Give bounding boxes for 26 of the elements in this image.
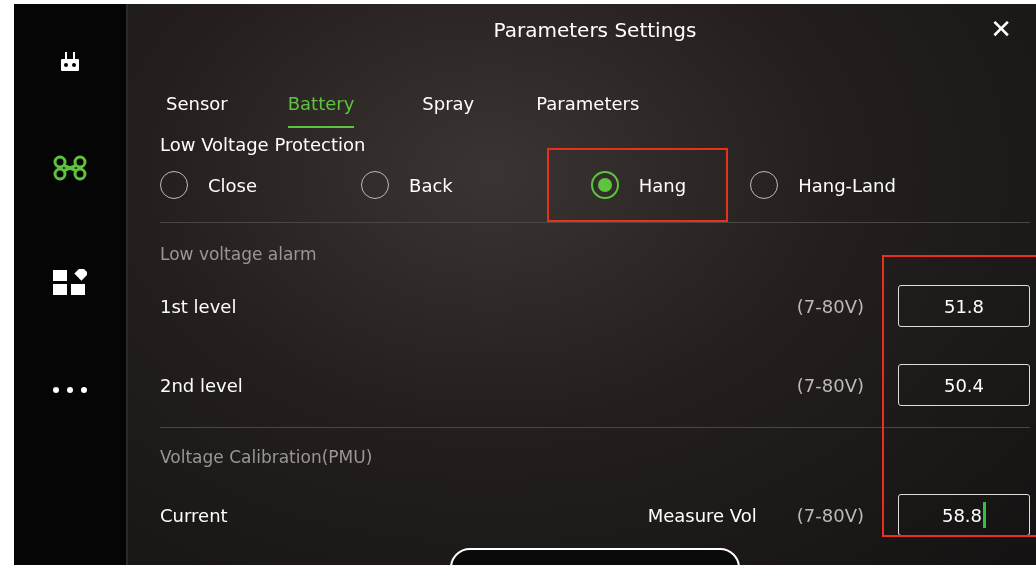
radio-option[interactable]: Close (152, 165, 266, 205)
tab[interactable]: Battery (287, 56, 355, 128)
section-heading: Low voltage alarm (160, 243, 318, 266)
tab[interactable]: Parameters (536, 56, 640, 128)
range-text: (7-80V) (796, 374, 864, 396)
apps-icon[interactable] (53, 269, 87, 295)
tab[interactable]: Spray (422, 56, 475, 128)
range-text: (7-80V) (796, 504, 864, 526)
range-text: (7-80V) (796, 295, 864, 317)
more-icon[interactable] (53, 387, 87, 393)
remote-controller-icon[interactable] (61, 52, 79, 72)
dialog-title: Parameters Settings (493, 18, 697, 42)
section-label: Low Voltage Protection (160, 132, 367, 157)
radio-option[interactable]: Back (353, 165, 461, 205)
row-label: Current (160, 504, 229, 526)
value-field[interactable]: 51.8 (898, 285, 1030, 327)
radio-option[interactable]: Hang-Land (742, 165, 904, 205)
close-button[interactable]: ✕ (990, 14, 1012, 44)
section-heading: Voltage Calibration(PMU) (160, 446, 374, 469)
value-field[interactable]: 50.4 (898, 364, 1030, 406)
field-label: Measure Vol (647, 504, 757, 526)
drone-icon[interactable] (52, 155, 88, 181)
radio-option[interactable]: Hang (548, 150, 727, 220)
row-label: 2nd level (160, 374, 244, 396)
tab[interactable]: Sensor (166, 56, 228, 128)
row-label: 1st level (160, 295, 238, 317)
